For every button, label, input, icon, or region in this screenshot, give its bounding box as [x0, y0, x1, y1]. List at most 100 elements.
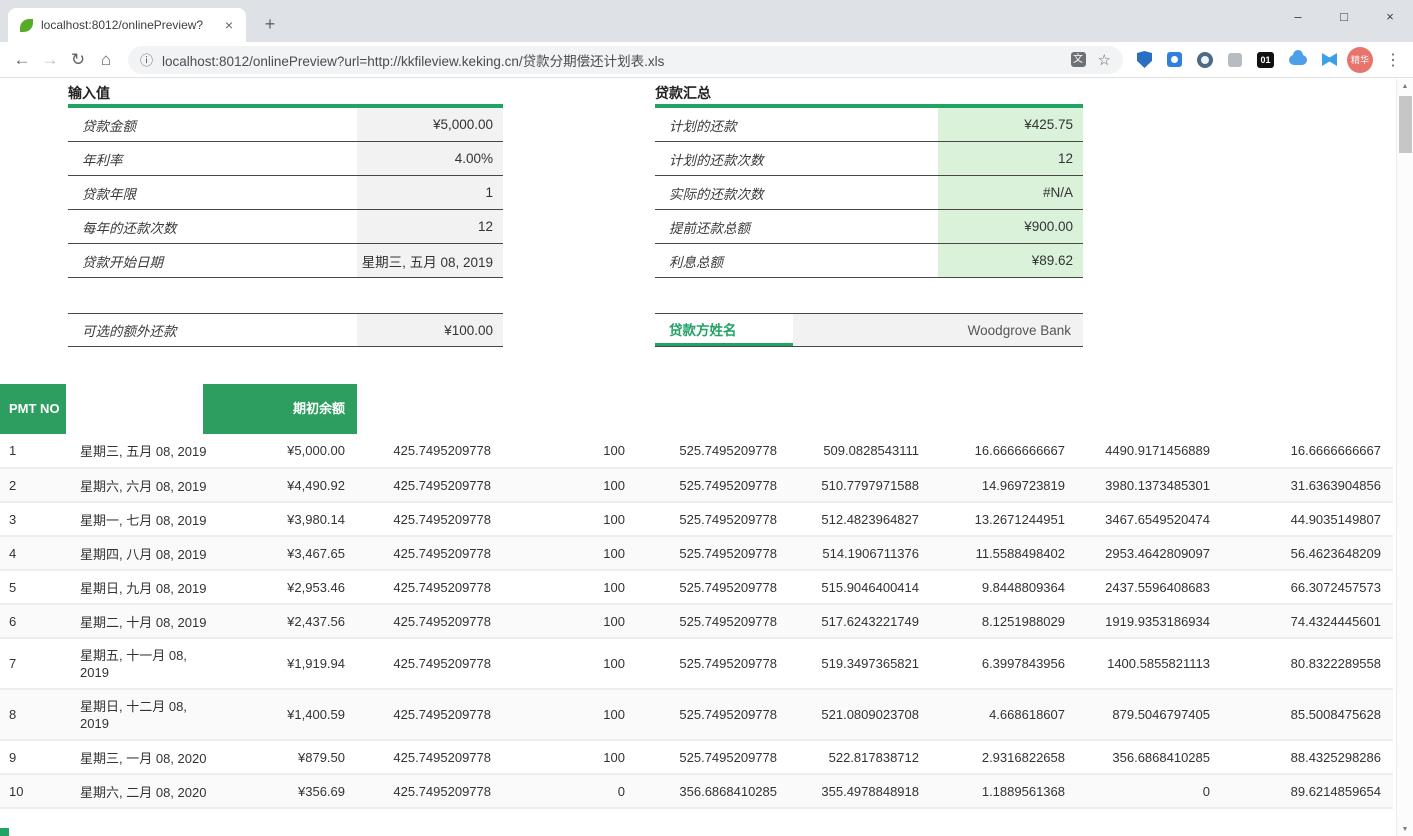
url-text[interactable]: localhost:8012/onlinePreview?url=http://…	[162, 50, 1061, 70]
browser-tab[interactable]: localhost:8012/onlinePreview? ×	[8, 8, 246, 42]
summary-label: 提前还款总额	[655, 210, 938, 243]
profile-avatar[interactable]: 精华	[1347, 47, 1373, 73]
amortization-header-row: PMT NO还款日期期初余额计划的还款额外还款还款总额本金利息期末余额累积利息	[0, 384, 1393, 434]
amort-cell: 0	[503, 774, 637, 808]
amort-cell: 425.7495209778	[357, 689, 503, 740]
amort-cell: 1919.9353186934	[1077, 604, 1222, 638]
blue-square-extension-icon[interactable]	[1167, 52, 1182, 67]
amort-cell: 5	[0, 570, 66, 604]
amort-cell: 88.4325298286	[1222, 740, 1393, 774]
input-label: 每年的还款次数	[68, 210, 357, 243]
amort-cell: 100	[503, 689, 637, 740]
amort-cell: 66.3072457573	[1222, 570, 1393, 604]
amort-cell: 4	[0, 536, 66, 570]
amort-cell: 8	[0, 689, 66, 740]
amort-header-4: 额外还款	[503, 384, 637, 434]
summary-value: ¥425.75	[938, 108, 1083, 141]
amort-cell: 1.1889561368	[931, 774, 1077, 808]
amort-header-2: 期初余额	[203, 384, 357, 434]
amort-cell: 425.7495209778	[357, 434, 503, 468]
amort-header-8: 期末余额	[1077, 384, 1222, 434]
amort-header-1: 还款日期	[66, 384, 203, 434]
amort-cell: 6	[0, 604, 66, 638]
ring-extension-icon[interactable]	[1197, 52, 1213, 68]
amort-cell: 31.6363904856	[1222, 468, 1393, 502]
amort-cell: 100	[503, 502, 637, 536]
gray-extension-icon[interactable]	[1228, 53, 1242, 67]
summary-value: ¥89.62	[938, 244, 1083, 277]
amort-cell: 星期三, 五月 08, 2019	[66, 434, 203, 468]
amort-cell: ¥2,437.56	[203, 604, 357, 638]
amort-cell: ¥5,000.00	[203, 434, 357, 468]
back-button[interactable]: ←	[8, 46, 36, 74]
vertical-scrollbar[interactable]: ▲ ▼	[1396, 79, 1413, 836]
tab-strip: localhost:8012/onlinePreview? × + – □ ×	[0, 0, 1413, 42]
amort-cell: 44.9035149807	[1222, 502, 1393, 536]
input-section-title: 输入值	[68, 81, 503, 108]
input-rows: 贷款金额¥5,000.00年利率4.00%贷款年限1每年的还款次数12贷款开始日…	[68, 108, 503, 278]
tab-close-icon[interactable]: ×	[220, 17, 238, 33]
amort-cell: 425.7495209778	[357, 536, 503, 570]
new-tab-button[interactable]: +	[256, 10, 284, 38]
amort-cell: 100	[503, 434, 637, 468]
amort-row: 7星期五, 十一月 08, 2019¥1,919.94425.749520977…	[0, 638, 1393, 689]
translate-icon[interactable]: 文	[1071, 52, 1086, 67]
sheet-corner-chip	[0, 828, 9, 836]
reload-button[interactable]: ↻	[64, 46, 92, 74]
window-maximize-button[interactable]: □	[1321, 0, 1367, 34]
input-row: 每年的还款次数12	[68, 210, 503, 244]
summary-row: 计划的还款¥425.75	[655, 108, 1083, 142]
window-close-button[interactable]: ×	[1367, 0, 1413, 34]
home-button[interactable]: ⌂	[92, 46, 120, 74]
input-value: 4.00%	[357, 142, 503, 175]
badge-extension-icon[interactable]: 01	[1257, 52, 1274, 68]
amort-cell: 星期六, 二月 08, 2020	[66, 774, 203, 808]
amort-cell: ¥4,490.92	[203, 468, 357, 502]
amort-cell: 16.6666666667	[1222, 434, 1393, 468]
extra-payment-value: ¥100.00	[357, 314, 503, 346]
input-row: 年利率4.00%	[68, 142, 503, 176]
scroll-up-button[interactable]: ▲	[1397, 79, 1413, 93]
amort-cell: ¥3,467.65	[203, 536, 357, 570]
amort-cell: 425.7495209778	[357, 774, 503, 808]
browser-toolbar: ← → ↻ ⌂ ⓘ localhost:8012/onlinePreview?u…	[0, 42, 1413, 78]
amort-cell: 100	[503, 604, 637, 638]
lender-value: Woodgrove Bank	[793, 314, 1083, 346]
cloud-extension-icon[interactable]	[1289, 55, 1307, 65]
amort-cell: 2.9316822658	[931, 740, 1077, 774]
summary-label: 利息总额	[655, 244, 938, 277]
summary-section: 贷款汇总 计划的还款¥425.75计划的还款次数12实际的还款次数#N/A提前还…	[655, 81, 1083, 278]
amort-row: 6星期二, 十月 08, 2019¥2,437.56425.7495209778…	[0, 604, 1393, 638]
amort-cell: ¥2,953.46	[203, 570, 357, 604]
amort-cell: 85.5008475628	[1222, 689, 1393, 740]
amort-cell: 11.5588498402	[931, 536, 1077, 570]
amort-cell: 56.4623648209	[1222, 536, 1393, 570]
window-minimize-button[interactable]: –	[1275, 0, 1321, 34]
scrollbar-thumb[interactable]	[1399, 96, 1412, 153]
amort-cell: 7	[0, 638, 66, 689]
amort-header-7: 利息	[931, 384, 1077, 434]
amort-cell: 514.1906711376	[789, 536, 931, 570]
tab-title: localhost:8012/onlinePreview?	[41, 18, 220, 32]
bookmark-star-icon[interactable]: ☆	[1098, 51, 1111, 69]
page-info-icon[interactable]: ⓘ	[140, 50, 153, 69]
browser-menu-icon[interactable]: ⋮	[1381, 50, 1405, 70]
amort-cell: 星期四, 八月 08, 2019	[66, 536, 203, 570]
butterfly-extension-icon[interactable]	[1322, 53, 1337, 66]
summary-value: 12	[938, 142, 1083, 175]
amort-cell: 9	[0, 740, 66, 774]
amort-cell: 525.7495209778	[637, 502, 789, 536]
amort-cell: 星期六, 六月 08, 2019	[66, 468, 203, 502]
amort-cell: 2	[0, 468, 66, 502]
scroll-down-button[interactable]: ▼	[1397, 822, 1413, 836]
url-bar[interactable]: ⓘ localhost:8012/onlinePreview?url=http:…	[128, 46, 1123, 74]
amortization-table: PMT NO还款日期期初余额计划的还款额外还款还款总额本金利息期末余额累积利息 …	[0, 384, 1393, 809]
amort-cell: 6.3997843956	[931, 638, 1077, 689]
amort-row: 3星期一, 七月 08, 2019¥3,980.14425.7495209778…	[0, 502, 1393, 536]
input-label: 年利率	[68, 142, 357, 175]
amort-cell: 525.7495209778	[637, 689, 789, 740]
shield-extension-icon[interactable]	[1137, 51, 1152, 68]
amort-row: 8星期日, 十二月 08, 2019¥1,400.59425.749520977…	[0, 689, 1393, 740]
amort-header-5: 还款总额	[637, 384, 789, 434]
amort-cell: 525.7495209778	[637, 434, 789, 468]
